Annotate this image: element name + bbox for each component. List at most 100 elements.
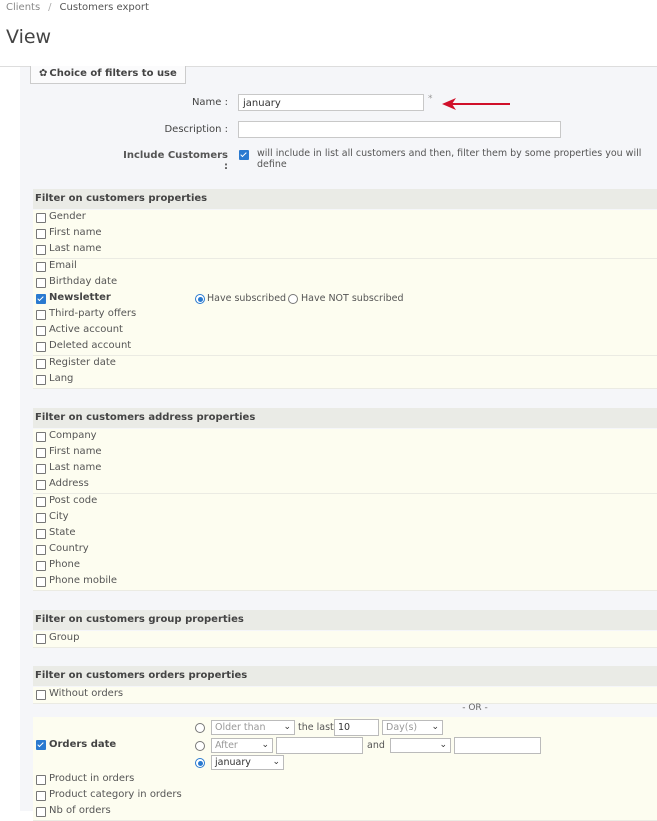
name-input[interactable]: january: [238, 94, 424, 111]
include-customers-note: will include in list all customers and t…: [257, 148, 642, 170]
state-checkbox[interactable]: [36, 529, 46, 539]
third-party-checkbox[interactable]: [36, 310, 46, 320]
chevron-down-icon: ⌄: [431, 722, 439, 732]
phone-mobile-checkbox[interactable]: [36, 577, 46, 587]
without-orders-label: Without orders: [49, 688, 124, 699]
list-item: Without orders: [33, 687, 657, 704]
breadcrumb-separator: /: [48, 2, 52, 13]
list-item: Deleted account: [33, 339, 657, 356]
group-label: Group: [49, 632, 80, 643]
month-select[interactable]: january ⌄: [211, 755, 284, 770]
newsletter-not-subscribed-radio[interactable]: [288, 294, 298, 304]
orders-date-label: Orders date: [49, 739, 117, 750]
month-radio[interactable]: [195, 758, 205, 768]
list-item: Phone: [33, 558, 657, 575]
address-last-name-checkbox[interactable]: [36, 464, 46, 474]
active-account-checkbox[interactable]: [36, 326, 46, 336]
gender-label: Gender: [49, 211, 86, 222]
post-code-label: Post code: [49, 495, 98, 506]
newsletter-label: Newsletter: [49, 292, 111, 303]
chevron-down-icon: ⌄: [272, 757, 280, 767]
description-input[interactable]: [238, 121, 561, 138]
and-date-input[interactable]: [454, 737, 541, 754]
customer-section-header: Filter on customers properties: [33, 189, 657, 209]
orders-section-header: Filter on customers orders properties: [33, 666, 657, 686]
older-than-select[interactable]: Older than ⌄: [211, 720, 295, 735]
address-checkbox[interactable]: [36, 480, 46, 490]
description-label: Description :: [164, 124, 228, 135]
list-item: Gender: [33, 210, 657, 227]
orders-date-checkbox[interactable]: [36, 740, 46, 750]
breadcrumb-current: Customers export: [59, 2, 149, 13]
after-date-input[interactable]: [276, 737, 363, 754]
country-label: Country: [49, 543, 89, 554]
address-section-header: Filter on customers address properties: [33, 408, 657, 428]
email-checkbox[interactable]: [36, 262, 46, 272]
chevron-down-icon: ⌄: [261, 740, 269, 750]
after-value: After: [215, 740, 238, 751]
list-item: Address: [33, 477, 657, 494]
nb-orders-checkbox[interactable]: [36, 807, 46, 817]
last-name-checkbox[interactable]: [36, 245, 46, 255]
birthday-label: Birthday date: [49, 276, 118, 287]
gender-checkbox[interactable]: [36, 213, 46, 223]
address-last-name-label: Last name: [49, 462, 102, 473]
state-label: State: [49, 527, 76, 538]
and-select[interactable]: ⌄: [390, 738, 451, 753]
lang-checkbox[interactable]: [36, 375, 46, 385]
list-item: Phone mobile: [33, 574, 657, 591]
newsletter-checkbox[interactable]: [36, 294, 46, 304]
and-label: and: [367, 740, 385, 751]
email-label: Email: [49, 260, 77, 271]
breadcrumb-parent[interactable]: Clients: [6, 2, 40, 13]
list-item: Nb of orders: [33, 804, 657, 821]
without-orders-checkbox[interactable]: [36, 690, 46, 700]
unit-select[interactable]: Day(s) ⌄: [382, 720, 443, 735]
list-item: Product category in orders: [33, 788, 657, 805]
gear-icon: ✿: [39, 68, 48, 79]
product-category-checkbox[interactable]: [36, 791, 46, 801]
deleted-account-checkbox[interactable]: [36, 342, 46, 352]
phone-checkbox[interactable]: [36, 561, 46, 571]
last-days-input[interactable]: 10: [334, 719, 379, 736]
group-checkbox[interactable]: [36, 634, 46, 644]
the-last-label: the last: [298, 722, 334, 733]
list-item: State: [33, 526, 657, 543]
after-select[interactable]: After ⌄: [211, 738, 273, 753]
after-radio[interactable]: [195, 741, 205, 751]
list-item: Register date: [33, 356, 657, 373]
list-item: City: [33, 510, 657, 527]
chevron-down-icon: ⌄: [283, 722, 291, 732]
list-item: Newsletter Have subscribed Have NOT subs…: [33, 291, 657, 308]
company-label: Company: [49, 430, 97, 441]
address-first-name-checkbox[interactable]: [36, 448, 46, 458]
phone-label: Phone: [49, 559, 80, 570]
product-in-orders-checkbox[interactable]: [36, 775, 46, 785]
third-party-label: Third-party offers: [49, 308, 137, 319]
newsletter-not-subscribed-label: Have NOT subscribed: [301, 293, 404, 304]
newsletter-subscribed-radio[interactable]: [195, 294, 205, 304]
orders-date-block: Orders date Older than ⌄ the last 10 Day(…: [33, 717, 657, 773]
company-checkbox[interactable]: [36, 432, 46, 442]
newsletter-subscribed-label: Have subscribed: [207, 293, 287, 304]
register-date-checkbox[interactable]: [36, 359, 46, 369]
list-item: First name: [33, 445, 657, 462]
list-item: First name: [33, 226, 657, 243]
include-customers-checkbox[interactable]: [239, 150, 249, 160]
older-than-radio[interactable]: [195, 723, 205, 733]
month-value: january: [215, 757, 251, 768]
country-checkbox[interactable]: [36, 545, 46, 555]
phone-mobile-label: Phone mobile: [49, 575, 118, 586]
city-checkbox[interactable]: [36, 513, 46, 523]
list-item: Last name: [33, 461, 657, 478]
list-item: Active account: [33, 323, 657, 340]
post-code-checkbox[interactable]: [36, 497, 46, 507]
chevron-down-icon: ⌄: [439, 740, 447, 750]
birthday-checkbox[interactable]: [36, 278, 46, 288]
unit-value: Day(s): [386, 722, 418, 733]
product-in-orders-label: Product in orders: [49, 773, 135, 784]
list-item: Country: [33, 542, 657, 559]
first-name-checkbox[interactable]: [36, 229, 46, 239]
address-first-name-label: First name: [49, 446, 102, 457]
list-item: Third-party offers: [33, 307, 657, 324]
